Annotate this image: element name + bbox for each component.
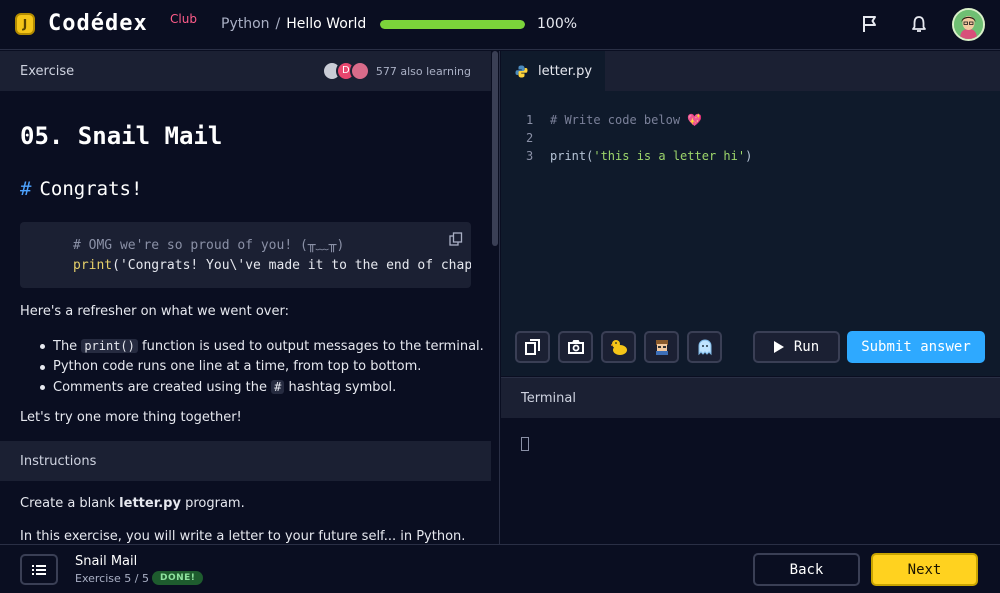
editor-tabbar: letter.py xyxy=(501,51,1000,91)
copy-code-button[interactable] xyxy=(515,331,550,363)
breadcrumb-course[interactable]: Python xyxy=(221,16,270,32)
play-icon xyxy=(773,341,784,353)
exercise-header: Exercise D 577 also learning xyxy=(0,51,491,91)
instruction-filename: letter.py xyxy=(119,496,181,511)
inline-code: # xyxy=(271,380,285,394)
list-item-text: Python code runs one line at a time, fro… xyxy=(53,359,422,374)
progress-bar xyxy=(380,20,525,29)
progress-label: 100% xyxy=(537,16,578,32)
section-heading: # Congrats! xyxy=(20,178,142,200)
closing-text: Let's try one more thing together! xyxy=(20,410,242,425)
code-comment: # Write code below 💖 xyxy=(550,113,703,127)
learners-indicator[interactable]: D 577 also learning xyxy=(321,61,471,81)
breadcrumb: Python / Hello World xyxy=(221,16,366,32)
tab-label: letter.py xyxy=(538,63,593,79)
list-item: The print() function is used to output m… xyxy=(40,336,484,357)
editor-toolbar: Run Submit answer xyxy=(515,331,1000,363)
top-bar: J Codédex Club Python / Hello World 100% xyxy=(0,0,1000,50)
ghost-icon xyxy=(698,339,711,356)
screenshot-icon xyxy=(567,340,584,354)
list-item: Python code runs one line at a time, fro… xyxy=(40,357,484,377)
terminal-panel: Terminal xyxy=(501,377,1000,544)
logo-coin-icon[interactable]: J xyxy=(15,13,35,35)
progress-fill xyxy=(380,20,525,29)
instruction-1: Create a blank letter.py program. xyxy=(20,496,245,511)
code-editor: letter.py 1 # Write code below 💖 2 3 print… xyxy=(501,51,1000,376)
refresher-list: The print() function is used to output m… xyxy=(40,336,484,398)
user-avatar-icon xyxy=(954,10,983,39)
list-item: Comments are created using the # hashtag… xyxy=(40,377,484,398)
list-item-text: Comments are created using the xyxy=(53,380,272,395)
code-function: print( xyxy=(550,149,594,163)
tab-letter-py[interactable]: letter.py xyxy=(501,51,605,91)
instruction-2: In this exercise, you will write a lette… xyxy=(20,529,466,544)
code-example-fn: print xyxy=(73,258,113,273)
learners-count: 577 also learning xyxy=(375,64,471,78)
code-example-string: ('Congrats! You\'ve made it to the end o… xyxy=(112,258,471,273)
instructions-header: Instructions xyxy=(0,441,491,481)
bell-icon[interactable] xyxy=(909,14,929,34)
code-line: 2 xyxy=(526,129,752,147)
list-item-text: function is used to output messages to t… xyxy=(137,339,484,354)
exercise-scrollbar[interactable] xyxy=(491,51,500,544)
list-menu-icon xyxy=(32,564,46,575)
instruction-text: Create a blank xyxy=(20,496,120,511)
user-avatar[interactable] xyxy=(952,8,985,41)
screenshot-button[interactable] xyxy=(558,331,593,363)
python-file-icon xyxy=(515,65,528,77)
breadcrumb-lesson: Hello World xyxy=(286,16,367,32)
code-area[interactable]: 1 # Write code below 💖 2 3 print('this is … xyxy=(526,111,752,165)
flag-icon[interactable] xyxy=(860,14,880,34)
helper-button[interactable] xyxy=(644,331,679,363)
code-line: 3 print('this is a letter hi') xyxy=(526,147,752,165)
exercise-title: 05. Snail Mail xyxy=(20,122,223,150)
rubber-duck-button[interactable] xyxy=(601,331,636,363)
done-badge: DONE! xyxy=(152,571,204,585)
copy-icon[interactable] xyxy=(449,232,463,246)
refresher-text: Here's a refresher on what we went over: xyxy=(20,304,289,319)
exercise-panel: Exercise D 577 also learning 05. Snail M… xyxy=(0,51,491,544)
instruction-text: program. xyxy=(180,496,245,511)
next-button[interactable]: Next xyxy=(871,553,978,586)
code-example: # OMG we're so proud of you! (╥﹏╥) print… xyxy=(20,222,471,288)
helper-icon xyxy=(655,340,668,355)
breadcrumb-separator: / xyxy=(275,16,281,32)
line-number: 2 xyxy=(526,131,534,145)
footer-exercise-count: Exercise 5 / 5 xyxy=(75,572,149,585)
club-badge: Club xyxy=(170,12,197,26)
scrollbar-thumb[interactable] xyxy=(492,51,498,246)
run-label: Run xyxy=(793,339,820,355)
line-number: 1 xyxy=(526,113,534,127)
code-example-comment: # OMG we're so proud of you! (╥﹏╥) xyxy=(73,238,345,253)
list-item-text: hashtag symbol. xyxy=(284,380,397,395)
terminal-cursor[interactable] xyxy=(521,437,529,451)
submit-answer-button[interactable]: Submit answer xyxy=(847,331,985,363)
run-button[interactable]: Run xyxy=(753,331,840,363)
terminal-header: Terminal xyxy=(501,378,1000,418)
inline-code: print() xyxy=(81,339,138,353)
copy-icon xyxy=(524,339,540,355)
code-line: 1 # Write code below 💖 xyxy=(526,111,752,129)
back-button[interactable]: Back xyxy=(753,553,860,586)
learner-avatar xyxy=(349,61,370,81)
brand-logo[interactable]: Codédex xyxy=(48,11,148,36)
bottom-bar: Snail Mail Exercise 5 / 5 DONE! Back Nex… xyxy=(0,544,1000,593)
list-item-text: The xyxy=(53,339,82,354)
duck-icon xyxy=(610,340,627,355)
terminal-label: Terminal xyxy=(521,390,576,406)
instructions-label: Instructions xyxy=(20,453,97,469)
line-number: 3 xyxy=(526,149,534,163)
exercise-header-label: Exercise xyxy=(20,63,75,79)
heading-hash: # xyxy=(20,178,32,200)
ghost-button[interactable] xyxy=(687,331,722,363)
exercise-menu-button[interactable] xyxy=(20,554,58,585)
footer-exercise-title: Snail Mail xyxy=(75,554,138,569)
code-paren: ) xyxy=(745,149,753,163)
section-heading-text: Congrats! xyxy=(39,178,143,200)
code-string: 'this is a letter hi' xyxy=(593,149,746,163)
